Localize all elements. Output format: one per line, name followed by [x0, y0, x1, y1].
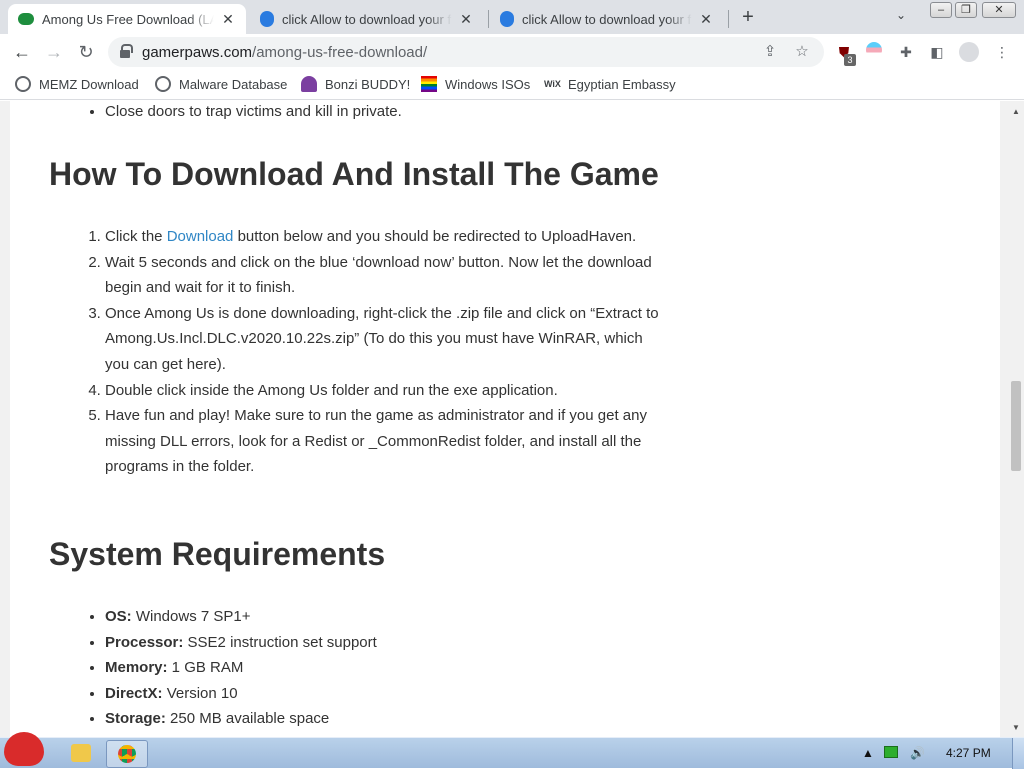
clock[interactable]: 4:27 PM	[946, 746, 991, 760]
extensions-puzzle-icon[interactable]: ✚	[896, 42, 916, 62]
bookmark-windows-isos[interactable]: Windows ISOs	[421, 76, 530, 92]
install-step: Wait 5 seconds and click on the blue ‘do…	[105, 250, 665, 301]
address-bar[interactable]: gamerpaws.com/among-us-free-download/ ⇪ …	[108, 37, 824, 67]
browser-toolbar: ← → ↻ gamerpaws.com/among-us-free-downlo…	[0, 34, 1024, 70]
bookmark-bonzi[interactable]: Bonzi BUDDY!	[301, 76, 410, 92]
rainbow-flag-icon	[421, 76, 437, 92]
chrome-icon	[118, 745, 136, 763]
page-viewport: Close doors to trap victims and kill in …	[0, 101, 1010, 737]
close-icon[interactable]: ✕	[698, 11, 714, 28]
bonzi-icon	[301, 76, 317, 92]
balloon-icon	[500, 11, 514, 27]
reload-button[interactable]: ↻	[75, 41, 97, 63]
new-tab-button[interactable]: +	[738, 6, 758, 28]
tab-among-us[interactable]: Among Us Free Download (LATEST) ✕	[8, 4, 246, 34]
bookmark-star-icon[interactable]: ☆	[792, 42, 812, 62]
restore-button[interactable]: ❐	[955, 2, 977, 18]
scroll-down-icon[interactable]: ▼	[1012, 723, 1020, 732]
bookmark-malware-db[interactable]: Malware Database	[155, 76, 287, 92]
back-button[interactable]: ←	[11, 41, 33, 63]
start-button[interactable]	[4, 732, 48, 768]
flag-extension-icon[interactable]	[864, 42, 884, 62]
wix-icon: WiX	[544, 79, 561, 89]
extension-badge: 3	[844, 54, 856, 66]
url-text[interactable]: gamerpaws.com/among-us-free-download/	[142, 44, 427, 61]
explorer-taskbar-button[interactable]	[66, 740, 96, 768]
forward-button[interactable]: →	[43, 41, 65, 63]
install-step: Click the Download button below and you …	[105, 224, 665, 250]
side-panel-icon[interactable]: ◧	[927, 42, 947, 62]
globe-icon	[15, 76, 31, 92]
requirements-heading: System Requirements	[49, 536, 386, 572]
bookmark-memz[interactable]: MEMZ Download	[15, 76, 139, 92]
lock-icon[interactable]	[120, 44, 133, 58]
folder-icon	[71, 744, 91, 762]
list-item: Close doors to trap victims and kill in …	[105, 101, 665, 125]
requirement-item: Storage: 250 MB available space	[105, 706, 665, 732]
tab-separator	[488, 10, 489, 28]
close-icon[interactable]: ✕	[458, 11, 474, 28]
tab-strip: Among Us Free Download (LATEST) ✕ click …	[0, 0, 1024, 34]
volume-icon[interactable]: 🔊	[910, 746, 925, 760]
scrollbar-thumb[interactable]	[1011, 381, 1021, 471]
gamepad-icon	[18, 13, 34, 25]
bookmarks-bar: MEMZ Download Malware Database Bonzi BUD…	[0, 70, 1024, 100]
requirement-item: DirectX: Version 10	[105, 681, 665, 707]
balloon-icon	[260, 11, 274, 27]
angry-bird-icon	[4, 732, 44, 766]
requirement-item: Memory: 1 GB RAM	[105, 655, 665, 681]
install-step: Have fun and play! Make sure to run the …	[105, 403, 665, 480]
show-desktop-button[interactable]	[1012, 738, 1024, 769]
tab-title: Among Us Free Download (LATEST)	[42, 11, 214, 27]
download-link[interactable]: Download	[167, 228, 234, 245]
tab-title: click Allow to download your file	[522, 11, 692, 27]
menu-kebab-icon[interactable]: ⋮	[992, 42, 1012, 62]
profile-avatar-icon[interactable]	[959, 42, 979, 62]
close-window-button[interactable]: ✕	[982, 2, 1016, 18]
tab-separator	[728, 10, 729, 28]
globe-icon	[155, 76, 171, 92]
install-steps: Click the Download button below and you …	[105, 224, 665, 480]
bookmark-egyptian-embassy[interactable]: WiX Egyptian Embassy	[544, 76, 676, 92]
taskbar: ▲ 🔊 4:27 PM	[0, 732, 1024, 769]
requirement-item: OS: Windows 7 SP1+	[105, 604, 665, 630]
tab-allow-download-2[interactable]: click Allow to download your file ✕	[490, 4, 724, 34]
article-body: Close doors to trap victims and kill in …	[10, 101, 1000, 737]
scroll-up-icon[interactable]: ▲	[1012, 107, 1020, 116]
share-icon[interactable]: ⇪	[760, 42, 780, 62]
install-step: Once Among Us is done downloading, right…	[105, 301, 665, 378]
requirements-list: OS: Windows 7 SP1+ Processor: SSE2 instr…	[105, 604, 665, 732]
close-icon[interactable]: ✕	[220, 11, 236, 28]
page-scrollbar[interactable]: ▲ ▼	[1008, 101, 1024, 737]
show-hidden-icons[interactable]: ▲	[862, 746, 874, 760]
minimize-button[interactable]: ‒	[930, 2, 952, 18]
network-icon[interactable]	[884, 746, 898, 761]
tab-title: click Allow to download your file	[282, 11, 452, 27]
install-step: Double click inside the Among Us folder …	[105, 378, 665, 404]
requirement-item: Processor: SSE2 instruction set support	[105, 630, 665, 656]
tab-allow-download-1[interactable]: click Allow to download your file ✕	[250, 4, 484, 34]
feature-list: Close doors to trap victims and kill in …	[105, 101, 665, 125]
install-heading: How To Download And Install The Game	[49, 156, 659, 192]
chrome-taskbar-button[interactable]	[106, 740, 148, 768]
tab-search-icon[interactable]: ⌄	[896, 8, 906, 22]
